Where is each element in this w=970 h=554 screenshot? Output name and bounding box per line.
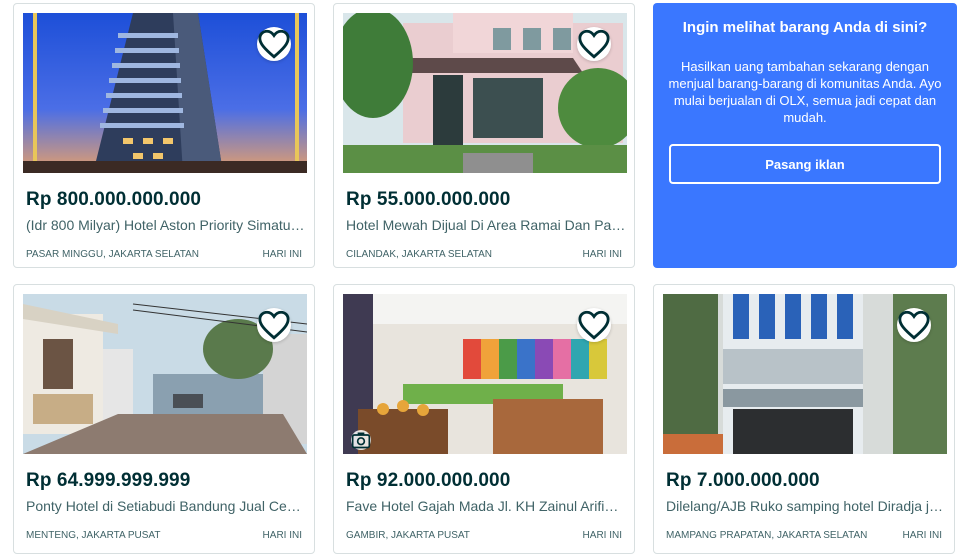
listing-date: HARI INI — [262, 249, 302, 260]
listing-photo[interactable] — [23, 13, 307, 173]
listing-card[interactable]: Rp 55.000.000.000 Hotel Mewah Dijual Di … — [333, 3, 635, 268]
listing-location: MAMPANG PRAPATAN, JAKARTA SELATAN — [666, 530, 868, 541]
gallery-badge — [351, 430, 371, 450]
listing-location: CILANDAK, JAKARTA SELATAN — [346, 249, 492, 260]
listing-card[interactable]: Rp 92.000.000.000 Fave Hotel Gajah Mada … — [333, 284, 635, 554]
heart-outline-icon — [898, 310, 930, 340]
listing-title[interactable]: (Idr 800 Milyar) Hotel Aston Priority Si… — [26, 217, 306, 233]
heart-outline-icon — [578, 29, 610, 59]
heart-outline-icon — [578, 310, 610, 340]
listing-price: Rp 55.000.000.000 — [346, 189, 511, 210]
favorite-button[interactable] — [257, 308, 291, 342]
camera-icon — [351, 432, 371, 449]
listing-photo[interactable] — [23, 294, 307, 454]
listing-price: Rp 64.999.999.999 — [26, 470, 191, 491]
listing-title[interactable]: Dilelang/AJB Ruko samping hotel Diradja … — [666, 498, 946, 514]
listing-photo[interactable] — [343, 13, 627, 173]
listing-location: PASAR MINGGU, JAKARTA SELATAN — [26, 249, 200, 260]
sell-promo-banner: Ingin melihat barang Anda di sini? Hasil… — [653, 3, 957, 268]
listing-photo[interactable] — [343, 294, 627, 454]
listing-price: Rp 92.000.000.000 — [346, 470, 511, 491]
listing-date: HARI INI — [582, 249, 622, 260]
listing-date: HARI INI — [902, 530, 942, 541]
listing-location: GAMBIR, JAKARTA PUSAT — [346, 530, 470, 541]
promo-title: Ingin melihat barang Anda di sini? — [682, 19, 928, 36]
listing-price: Rp 7.000.000.000 — [666, 470, 820, 491]
favorite-button[interactable] — [577, 27, 611, 61]
listing-photo[interactable] — [663, 294, 947, 454]
listing-title[interactable]: Fave Hotel Gajah Mada Jl. KH Zainul Arif… — [346, 498, 626, 514]
listing-date: HARI INI — [262, 530, 302, 541]
favorite-button[interactable] — [257, 27, 291, 61]
listing-title[interactable]: Ponty Hotel di Setiabudi Bandung Jual Ce… — [26, 498, 306, 514]
heart-outline-icon — [258, 310, 290, 340]
listing-card[interactable]: Rp 7.000.000.000 Dilelang/AJB Ruko sampi… — [653, 284, 955, 554]
favorite-button[interactable] — [897, 308, 931, 342]
listing-date: HARI INI — [582, 530, 622, 541]
post-ad-button[interactable]: Pasang iklan — [669, 144, 941, 184]
heart-outline-icon — [258, 29, 290, 59]
favorite-button[interactable] — [577, 308, 611, 342]
listing-card[interactable]: Rp 64.999.999.999 Ponty Hotel di Setiabu… — [13, 284, 315, 554]
promo-description: Hasilkan uang tambahan sekarang dengan m… — [668, 59, 942, 125]
listing-price: Rp 800.000.000.000 — [26, 189, 202, 210]
listing-card[interactable]: Rp 800.000.000.000 (Idr 800 Milyar) Hote… — [13, 3, 315, 268]
listing-title[interactable]: Hotel Mewah Dijual Di Area Ramai Dan Pad… — [346, 217, 626, 233]
listing-location: MENTENG, JAKARTA PUSAT — [26, 530, 161, 541]
